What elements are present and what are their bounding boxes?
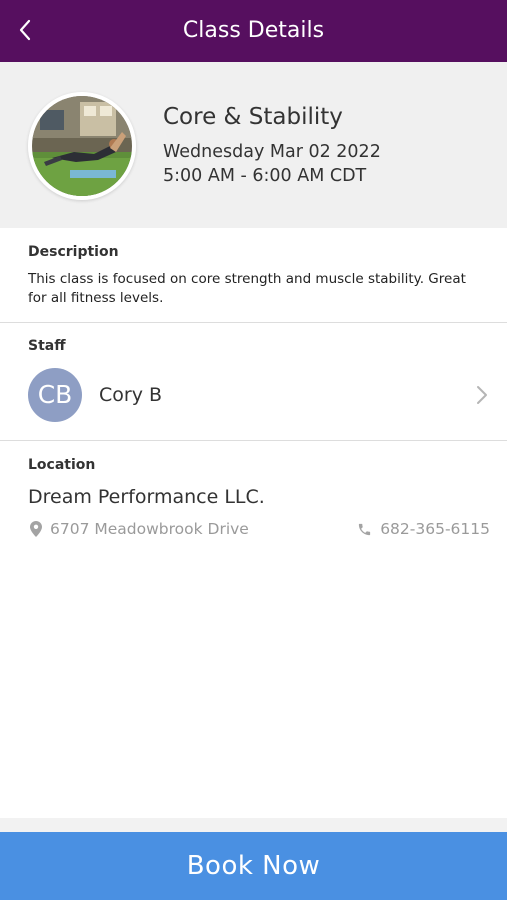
chevron-right-icon [477, 386, 487, 404]
address-text: 6707 Meadowbrook Drive [50, 520, 249, 538]
location-address[interactable]: 6707 Meadowbrook Drive [30, 519, 249, 539]
page-title: Class Details [182, 18, 325, 43]
divider [0, 440, 507, 441]
location-phone[interactable]: 682-365-6115 [357, 519, 490, 539]
map-pin-icon [30, 521, 42, 537]
phone-text: 682-365-6115 [380, 520, 490, 538]
phone-icon [359, 523, 371, 535]
description-label: Description [28, 244, 119, 260]
class-name: Core & Stability [163, 104, 343, 130]
class-time: 5:00 AM - 6:00 AM CDT [163, 166, 367, 186]
avatar: CB [28, 368, 82, 422]
staff-row[interactable]: CB Cory B [0, 360, 507, 432]
book-now-button[interactable]: Book Now [0, 832, 507, 900]
location-name: Dream Performance LLC. [28, 486, 265, 508]
staff-name: Cory B [99, 384, 163, 406]
class-photo [28, 92, 136, 200]
class-date: Wednesday Mar 02 2022 [163, 142, 381, 162]
description-text: This class is focused on core strength a… [28, 271, 466, 306]
footer-spacer [0, 818, 507, 832]
location-label: Location [28, 457, 96, 473]
staff-label: Staff [28, 338, 66, 354]
header-bar: Class Details [0, 0, 507, 62]
divider [0, 322, 507, 323]
class-summary: Core & Stability Wednesday Mar 02 2022 5… [0, 62, 507, 228]
